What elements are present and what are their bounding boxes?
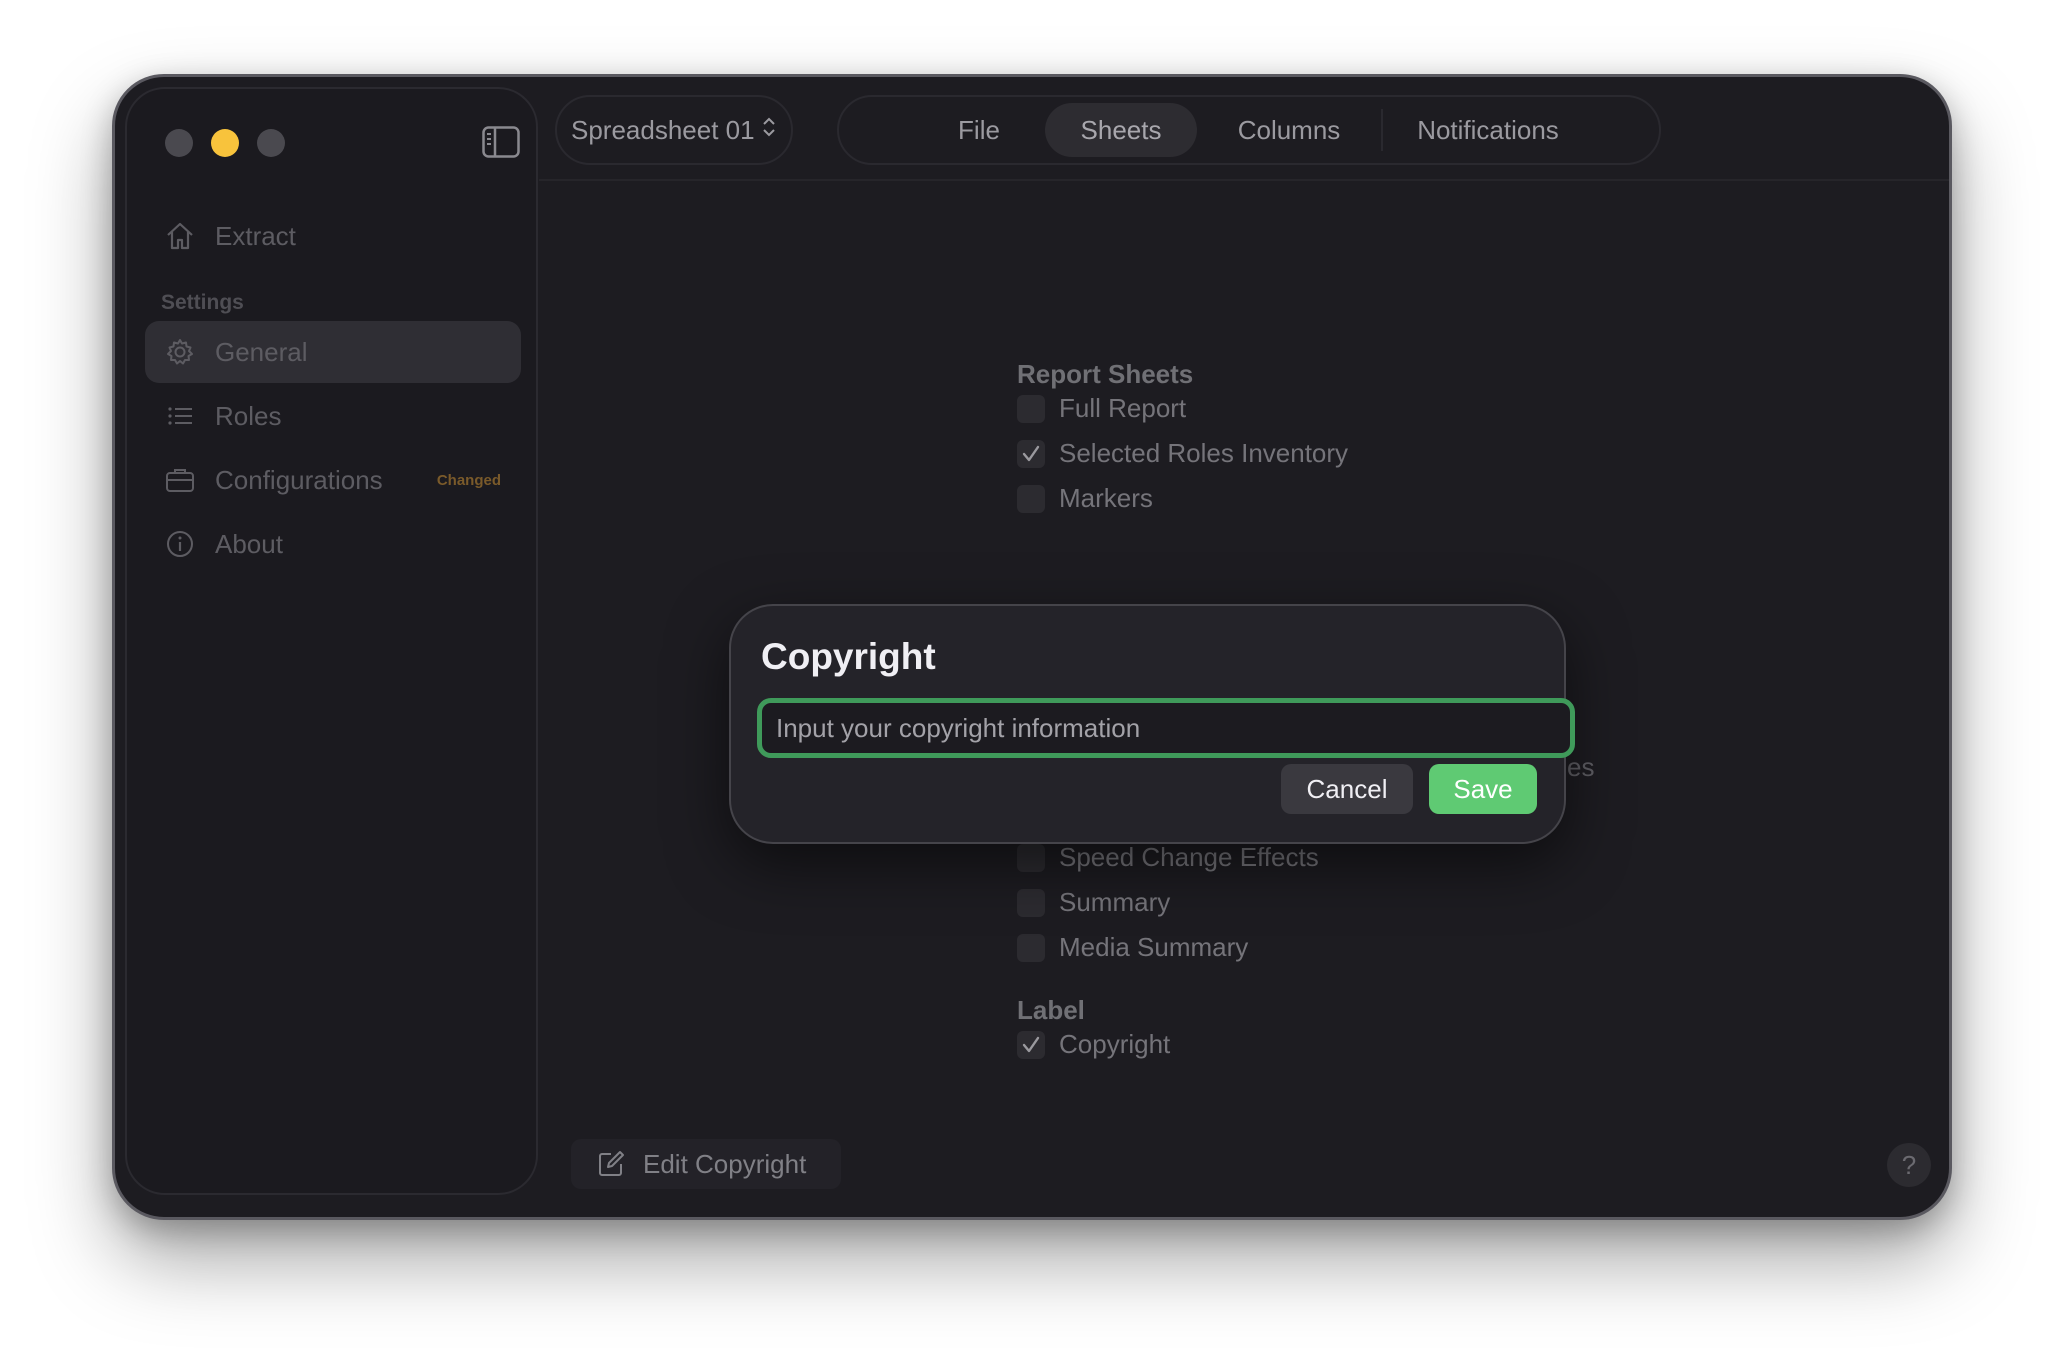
document-name: Spreadsheet 01 [571,114,755,145]
sidebar: Extract Settings General Roles Configura… [125,87,538,1195]
copyright-dialog: Copyright Cancel Save [729,604,1575,844]
info-icon [163,527,197,561]
tab-sheets[interactable]: Sheets [1045,103,1197,157]
checkbox-copyright[interactable]: Copyright [1017,1029,1170,1060]
minimize-window-button[interactable] [211,129,239,157]
sidebar-item-label: Extract [215,220,296,251]
toolbar-divider [539,179,1949,181]
tab-file[interactable]: File [899,103,1059,157]
checkbox[interactable] [1017,888,1045,917]
checkbox-speed-change-effects[interactable]: Speed Change Effects [1017,842,1319,873]
checkbox-label: Markers [1059,483,1153,513]
app-window: Extract Settings General Roles Configura… [112,74,1952,1220]
tab-notifications[interactable]: Notifications [1391,103,1585,157]
checkbox-label: Summary [1059,887,1171,917]
sidebar-item-extract[interactable]: Extract [145,205,521,267]
dialog-title: Copyright [761,636,936,677]
checkbox-label: Media Summary [1059,932,1249,962]
briefcase-icon [163,463,197,497]
gear-icon [163,335,197,369]
sidebar-section-heading: Settings [161,291,244,314]
obscured-label-fragment: es [1567,752,1595,782]
checkmark-icon[interactable] [1017,439,1045,468]
checkbox-media-summary[interactable]: Media Summary [1017,932,1248,963]
checkbox-selected-roles-inventory[interactable]: Selected Roles Inventory [1017,438,1348,469]
house-icon [163,219,197,253]
edit-icon [597,1150,625,1178]
checkbox-label: Speed Change Effects [1059,842,1319,872]
sidebar-item-roles[interactable]: Roles [145,385,521,447]
zoom-window-button[interactable] [257,129,285,157]
checkbox-markers[interactable]: Markers [1017,483,1153,514]
sidebar-item-label: Configurations [215,464,383,495]
sidebar-item-about[interactable]: About [145,513,521,575]
label-heading: Label [1017,995,1085,1025]
tab-divider [1381,109,1383,151]
cancel-button[interactable]: Cancel [1281,764,1413,814]
help-button[interactable]: ? [1887,1143,1931,1187]
changed-badge: Changed [436,471,501,489]
sidebar-item-configurations[interactable]: Configurations Changed [145,449,521,511]
edit-copyright-button[interactable]: Edit Copyright [571,1139,841,1189]
checkbox[interactable] [1017,933,1045,962]
sidebar-item-label: About [215,528,283,559]
up-down-chevron-icon [761,114,777,147]
close-window-button[interactable] [165,129,193,157]
list-icon [163,399,197,433]
checkbox[interactable] [1017,843,1045,872]
checkbox-label: Full Report [1059,393,1187,423]
checkmark-icon[interactable] [1017,1030,1045,1059]
tab-columns[interactable]: Columns [1209,103,1369,157]
checkbox-label: Copyright [1059,1029,1171,1059]
edit-copyright-label: Edit Copyright [643,1148,807,1179]
checkbox-summary[interactable]: Summary [1017,887,1170,918]
document-selector[interactable]: Spreadsheet 01 [555,95,793,165]
sidebar-item-general[interactable]: General [145,321,521,383]
sidebar-item-label: Roles [215,400,282,431]
checkbox-full-report[interactable]: Full Report [1017,393,1186,424]
report-sheets-heading: Report Sheets [1017,359,1194,389]
sidebar-item-label: General [215,336,308,367]
sidebar-toggle-icon[interactable] [482,126,520,158]
checkbox[interactable] [1017,394,1045,423]
checkbox-label: Selected Roles Inventory [1059,438,1349,468]
copyright-input[interactable] [757,698,1575,758]
checkbox[interactable] [1017,484,1045,513]
save-button[interactable]: Save [1429,764,1537,814]
tab-bar: File Sheets Columns Notifications [837,95,1661,165]
